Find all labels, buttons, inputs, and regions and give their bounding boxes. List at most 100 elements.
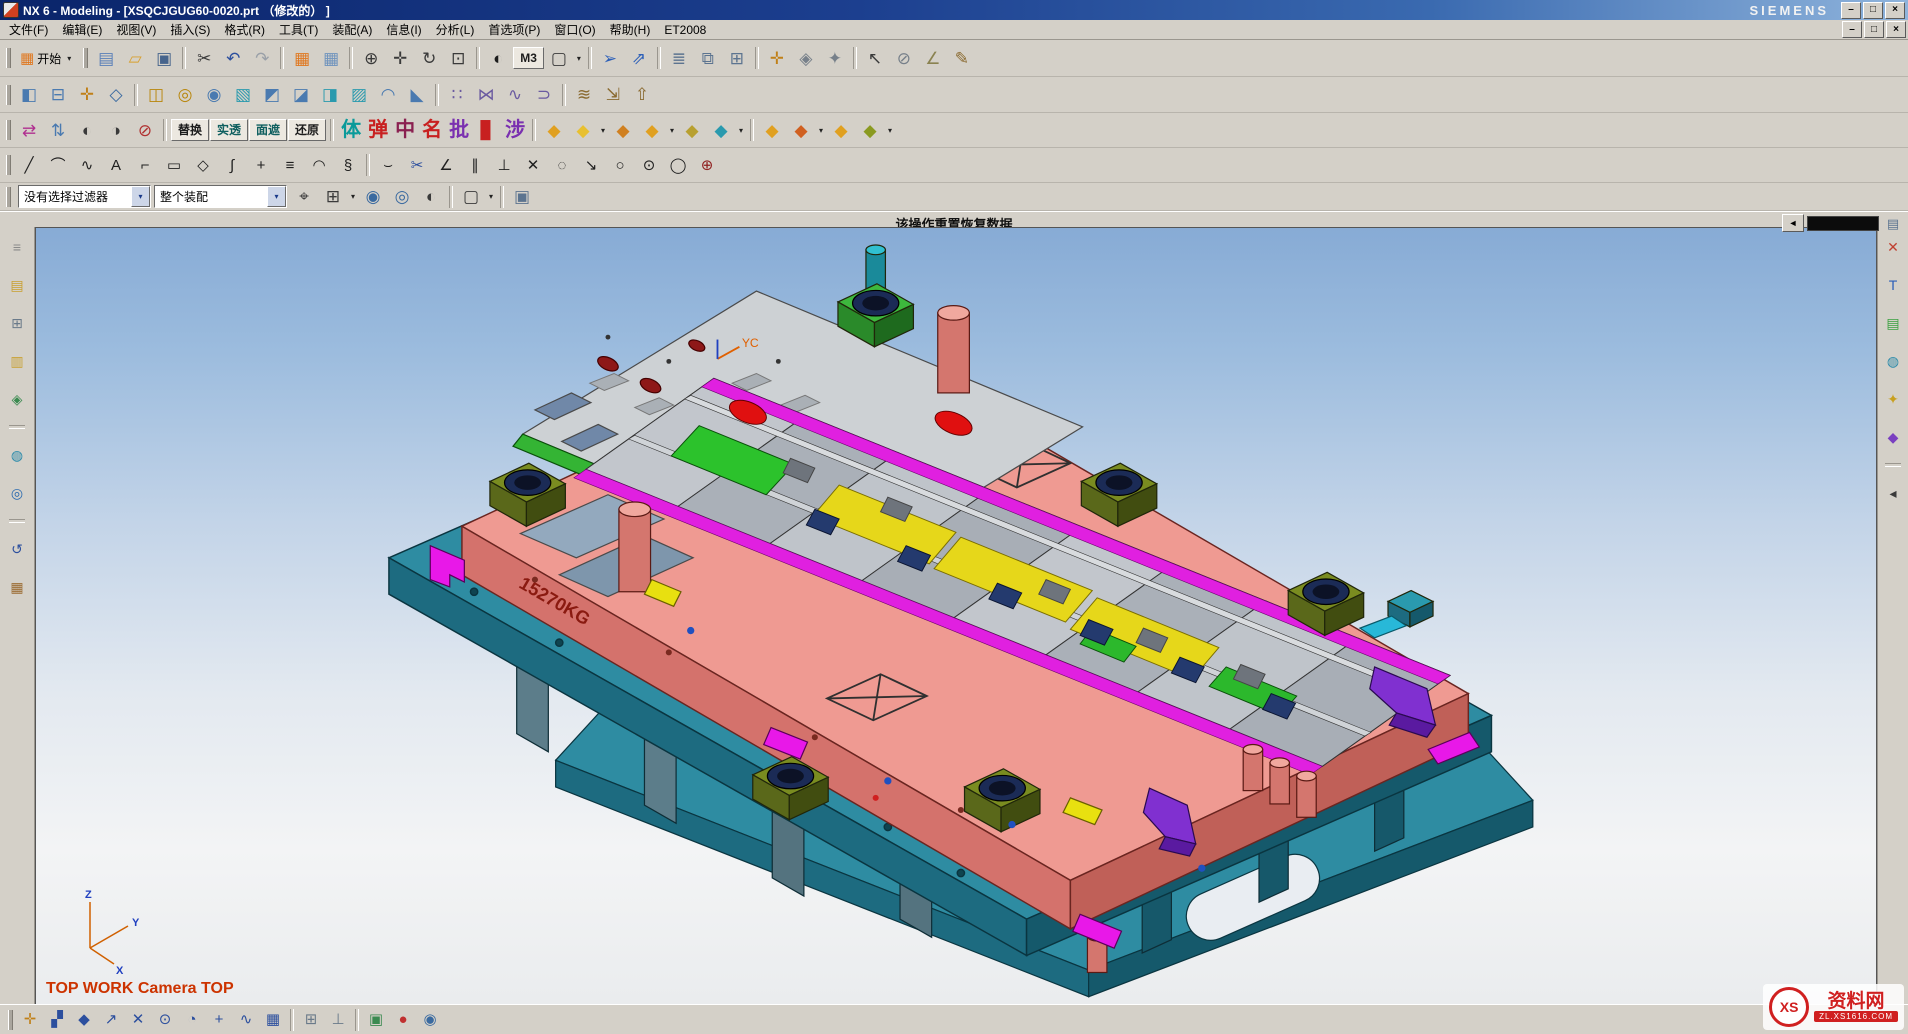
system-materials-icon[interactable]: ▦: [5, 575, 29, 599]
select-arrow-icon[interactable]: ↖: [861, 44, 889, 72]
reuse-library-icon[interactable]: ◈: [5, 387, 29, 411]
toolbar-grip[interactable]: [6, 155, 11, 175]
revolve-icon[interactable]: ◎: [171, 81, 199, 109]
middle-char-button[interactable]: 中: [392, 116, 418, 144]
mold-tool-icon-6-caret[interactable]: ▾: [736, 126, 746, 135]
mdi-close-button[interactable]: ×: [1886, 21, 1906, 38]
left-toolbar-grip[interactable]: ≡: [5, 235, 29, 259]
toolbar-grip[interactable]: [8, 1010, 13, 1030]
selection-expand-icon[interactable]: ⊞: [319, 183, 347, 211]
menu-item-11[interactable]: 帮助(H): [603, 20, 658, 39]
mold-tool-icon-6[interactable]: ◆: [707, 116, 735, 144]
trim-curve-icon[interactable]: ✂: [403, 151, 431, 179]
undo-icon[interactable]: ↶: [219, 44, 247, 72]
conic-icon[interactable]: ∿: [73, 151, 101, 179]
menu-item-12[interactable]: ET2008: [657, 22, 713, 38]
spring-char-button[interactable]: 弹: [365, 116, 391, 144]
chevron-down-icon[interactable]: ▾: [131, 186, 150, 207]
text-note-icon[interactable]: T: [1881, 273, 1905, 297]
pattern-feature-icon[interactable]: ∷: [443, 81, 471, 109]
cross-icon[interactable]: ✕: [519, 151, 547, 179]
fit-view-icon[interactable]: ⊡: [444, 44, 472, 72]
constraint-navigator-icon[interactable]: ⊞: [5, 311, 29, 335]
offset-curve-icon[interactable]: ≡: [276, 151, 304, 179]
menu-item-2[interactable]: 视图(V): [109, 20, 163, 39]
selection-expand-icon-caret[interactable]: ▾: [348, 192, 358, 201]
body-display-char-button[interactable]: 体: [338, 116, 364, 144]
macro-record-icon[interactable]: ●: [390, 1007, 416, 1033]
toolbar-grip[interactable]: [6, 48, 11, 68]
pan-icon[interactable]: ✛: [386, 44, 414, 72]
app-icon[interactable]: [3, 2, 19, 18]
reorder-blanks-icon[interactable]: ⇅: [44, 116, 72, 144]
mold-tool-icon-9[interactable]: ◆: [827, 116, 855, 144]
preview-icon[interactable]: ◉: [359, 183, 387, 211]
trim-body-icon[interactable]: ◨: [316, 81, 344, 109]
intersection-snap-icon[interactable]: ✕: [125, 1007, 151, 1033]
point-set-icon[interactable]: ⊙: [635, 151, 663, 179]
projected-curve-icon[interactable]: ↘: [577, 151, 605, 179]
snap-enable-icon[interactable]: ✛: [17, 1007, 43, 1033]
arc-center-icon[interactable]: ◠: [305, 151, 333, 179]
marquee-select-icon[interactable]: ▢: [457, 183, 485, 211]
mdi-minimize-button[interactable]: –: [1842, 21, 1862, 38]
circle-icon[interactable]: ○: [606, 151, 634, 179]
mirror-feature-icon[interactable]: ⋈: [472, 81, 500, 109]
window-cascade-icon[interactable]: ⊟: [44, 81, 72, 109]
prompt-options-icon[interactable]: ▤: [1882, 213, 1904, 233]
arc-center-snap-icon[interactable]: ⊙: [152, 1007, 178, 1033]
wcs-dynamics-icon[interactable]: ✛: [73, 81, 101, 109]
point-icon[interactable]: +: [247, 151, 275, 179]
ellipse-icon[interactable]: ◯: [664, 151, 692, 179]
show-hide-icon[interactable]: ◐: [73, 116, 101, 144]
history-icon[interactable]: ↺: [5, 537, 29, 561]
immediate-hide-icon[interactable]: ⊘: [131, 116, 159, 144]
menu-item-7[interactable]: 信息(I): [379, 20, 428, 39]
menu-item-6[interactable]: 装配(A): [325, 20, 379, 39]
mold-tool-icon-10[interactable]: ◆: [856, 116, 884, 144]
toolbar-grip[interactable]: [6, 187, 11, 207]
chamfer-icon[interactable]: ◣: [403, 81, 431, 109]
mold-tool-icon-4[interactable]: ◆: [638, 116, 666, 144]
mold-tool-icon-3[interactable]: ◆: [609, 116, 637, 144]
menu-item-3[interactable]: 插入(S): [163, 20, 217, 39]
selection-filter-dropdown[interactable]: 没有选择过滤器 ▾: [18, 185, 151, 208]
3d-model-canvas[interactable]: 15270KG: [36, 228, 1876, 1004]
profile-icon[interactable]: ⌐: [131, 151, 159, 179]
existing-point-snap-icon[interactable]: +: [206, 1007, 232, 1033]
menu-item-0[interactable]: 文件(F): [2, 20, 55, 39]
edge-blend-icon[interactable]: ◠: [374, 81, 402, 109]
helix-icon[interactable]: §: [334, 151, 362, 179]
close-button[interactable]: ×: [1885, 2, 1905, 19]
invert-shown-icon[interactable]: ◑: [102, 116, 130, 144]
snap-point-icon[interactable]: ◈: [792, 44, 820, 72]
world-icon[interactable]: ◍: [1881, 349, 1905, 373]
toolbar-grip[interactable]: [6, 85, 11, 105]
render-style-m3-button[interactable]: M3: [513, 47, 544, 69]
replace-button[interactable]: 替换: [171, 119, 209, 141]
control-point-snap-icon[interactable]: ↗: [98, 1007, 124, 1033]
end-point-snap-icon[interactable]: ▞: [44, 1007, 70, 1033]
prompt-scroll-left-button[interactable]: ◄: [1782, 214, 1804, 232]
mold-tool-icon-2-caret[interactable]: ▾: [598, 126, 608, 135]
color-palette-icon[interactable]: ▤: [1881, 311, 1905, 335]
perpendicular-line-icon[interactable]: ⊥: [490, 151, 518, 179]
assembly-navigator-icon[interactable]: ▤: [5, 273, 29, 297]
internet-explorer-icon[interactable]: ◎: [5, 481, 29, 505]
angle-line-icon[interactable]: ∠: [432, 151, 460, 179]
menu-item-10[interactable]: 窗口(O): [547, 20, 602, 39]
start-menu-button[interactable]: ▦ 开始 ▾: [15, 46, 79, 70]
recent-commands-icon[interactable]: ▦: [288, 44, 316, 72]
sweep-icon[interactable]: ∿: [501, 81, 529, 109]
toolbar-grip[interactable]: [6, 120, 11, 140]
display-mode-icon[interactable]: ◧: [15, 81, 43, 109]
transform-icon[interactable]: ⇗: [625, 44, 653, 72]
offset-face-icon[interactable]: ⇧: [628, 81, 656, 109]
polygon-icon[interactable]: ◇: [189, 151, 217, 179]
layer-visible-icon[interactable]: ⧉: [694, 44, 722, 72]
hd3d-tools-icon[interactable]: ◍: [5, 443, 29, 467]
name-char-button[interactable]: 名: [419, 116, 445, 144]
grid-snap-icon[interactable]: ⊞: [298, 1007, 324, 1033]
quick-trim-icon[interactable]: ⊕: [693, 151, 721, 179]
open-file-icon[interactable]: ▱: [121, 44, 149, 72]
